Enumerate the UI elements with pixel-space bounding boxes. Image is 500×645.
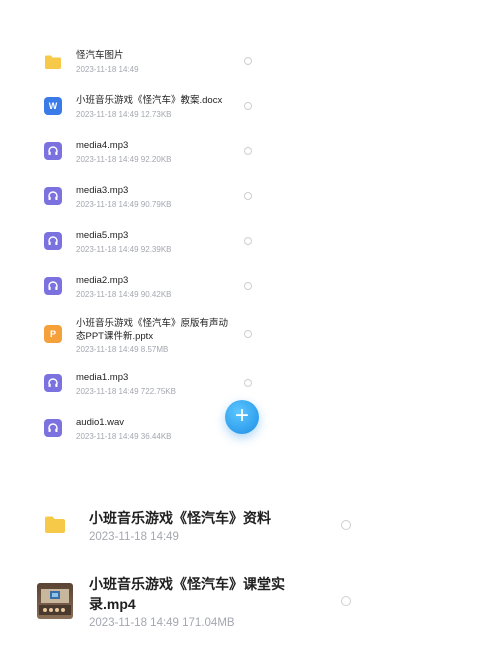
file-name: 怪汽车图片	[76, 50, 124, 61]
list-item[interactable]: 小班音乐游戏《怪汽车》课堂实录.mp4 2023-11-18 14:49 171…	[0, 572, 500, 634]
select-radio[interactable]	[244, 192, 252, 200]
file-meta: 2023-11-18 14:49 36.44KB	[76, 432, 172, 441]
list-item[interactable]: media2.mp3 2023-11-18 14:49 90.42KB	[32, 271, 270, 315]
file-list-card: 怪汽车图片 2023-11-18 14:49 W 小班音乐游戏《怪汽车》教案.d…	[32, 0, 270, 463]
file-name: media4.mp3	[76, 140, 129, 151]
select-radio[interactable]	[244, 147, 252, 155]
audio-file-icon	[44, 232, 62, 250]
file-meta: 2023-11-18 14:49 90.42KB	[76, 290, 172, 299]
list-item[interactable]: media3.mp3 2023-11-18 14:49 90.79KB	[32, 181, 270, 225]
list-item[interactable]: 小班音乐游戏《怪汽车》资料 2023-11-18 14:49	[0, 505, 500, 555]
file-meta: 2023-11-18 14:49 92.39KB	[76, 245, 172, 254]
add-button[interactable]: +	[225, 400, 259, 434]
word-doc-icon: W	[44, 97, 62, 115]
select-radio[interactable]	[341, 596, 351, 606]
folder-icon	[44, 515, 66, 539]
file-name: 小班音乐游戏《怪汽车》资料	[89, 510, 271, 526]
list-item[interactable]: P 小班音乐游戏《怪汽车》原版有声动态PPT课件新.pptx 2023-11-1…	[32, 315, 270, 359]
file-name: 小班音乐游戏《怪汽车》课堂实录.mp4	[89, 576, 285, 612]
list-item[interactable]: media5.mp3 2023-11-18 14:49 92.39KB	[32, 226, 270, 270]
file-meta: 2023-11-18 14:49 8.57MB	[76, 345, 169, 354]
list-item[interactable]: media4.mp3 2023-11-18 14:49 92.20KB	[32, 136, 270, 180]
select-radio[interactable]	[244, 57, 252, 65]
audio-file-icon	[44, 277, 62, 295]
file-meta: 2023-11-18 14:49 171.04MB	[89, 617, 235, 629]
list-item[interactable]: W 小班音乐游戏《怪汽车》教案.docx 2023-11-18 14:49 12…	[32, 91, 270, 135]
video-thumbnail	[37, 583, 73, 619]
file-meta: 2023-11-18 14:49 722.75KB	[76, 387, 176, 396]
file-name: media3.mp3	[76, 185, 129, 196]
list-item[interactable]: 怪汽车图片 2023-11-18 14:49	[32, 46, 270, 90]
folder-icon	[44, 54, 62, 72]
select-radio[interactable]	[244, 379, 252, 387]
audio-file-icon	[44, 419, 62, 437]
select-radio[interactable]	[244, 282, 252, 290]
file-meta: 2023-11-18 14:49 92.20KB	[76, 155, 172, 164]
file-name: media5.mp3	[76, 230, 129, 241]
select-radio[interactable]	[244, 102, 252, 110]
audio-file-icon	[44, 142, 62, 160]
file-name: audio1.wav	[76, 417, 125, 428]
audio-file-icon	[44, 374, 62, 392]
file-name: 小班音乐游戏《怪汽车》教案.docx	[76, 95, 223, 106]
select-radio[interactable]	[244, 330, 252, 338]
file-meta: 2023-11-18 14:49 12.73KB	[76, 110, 172, 119]
ppt-file-icon: P	[44, 325, 62, 343]
file-meta: 2023-11-18 14:49	[76, 65, 139, 74]
file-name: 小班音乐游戏《怪汽车》原版有声动态PPT课件新.pptx	[76, 318, 229, 342]
select-radio[interactable]	[244, 237, 252, 245]
file-name: media1.mp3	[76, 372, 129, 383]
file-meta: 2023-11-18 14:49 90.79KB	[76, 200, 172, 209]
file-name: media2.mp3	[76, 275, 129, 286]
audio-file-icon	[44, 187, 62, 205]
file-meta: 2023-11-18 14:49	[89, 531, 179, 543]
select-radio[interactable]	[341, 520, 351, 530]
